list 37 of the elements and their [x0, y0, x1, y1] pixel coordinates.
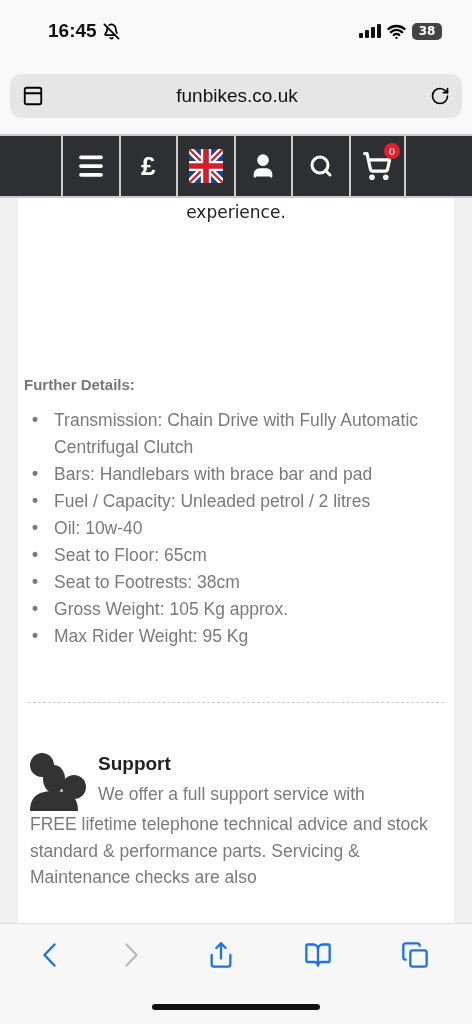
tabs-button[interactable] [401, 940, 430, 970]
detail-item: Gross Weight: 105 Kg approx. [54, 598, 289, 621]
cart-count-badge: 0 [384, 143, 400, 159]
detail-item: Seat to Footrests: 38cm [54, 571, 240, 594]
bullet: • [30, 571, 41, 594]
battery-level: 38 [412, 22, 442, 40]
bullet: • [30, 598, 41, 621]
signal-icon [359, 24, 381, 38]
status-time: 16:45 [48, 20, 97, 42]
uk-flag-icon [188, 149, 223, 183]
bullet: • [30, 490, 41, 513]
bullet: • [30, 463, 41, 486]
back-button[interactable] [42, 940, 56, 970]
support-text: We offer a full support service with [98, 783, 365, 806]
url-text: funbikes.co.uk [176, 85, 298, 107]
cart-button[interactable]: 0 [348, 136, 406, 196]
bullet: • [30, 517, 41, 540]
address-bar[interactable]: funbikes.co.uk [10, 74, 462, 118]
bullet: • [30, 625, 41, 648]
further-details-title: Further Details: [24, 376, 136, 393]
search-icon [308, 154, 333, 178]
detail-item: Oil: 10w-40 [54, 517, 143, 540]
support-text: FREE lifetime telephone technical advice and stock standard & performance parts. Servicing & Maintenance checks are also [29, 813, 429, 889]
bullet: • [30, 409, 41, 432]
detail-item: Max Rider Weight: 95 Kg [54, 625, 249, 648]
support-title: Support [98, 753, 172, 775]
detail-item: Bars: Handlebars with brace bar and pad [54, 463, 373, 486]
intro-text: experience. [185, 202, 287, 222]
page-menu-icon[interactable] [22, 85, 44, 107]
reload-icon[interactable] [430, 86, 450, 106]
back-icon [42, 943, 56, 967]
detail-item: Transmission: Chain Drive with Fully Automatic Centrifugal Clutch [54, 409, 420, 459]
detail-item: Seat to Floor: 65cm [54, 544, 207, 567]
bullet: • [30, 544, 41, 567]
bell-off-icon [102, 22, 120, 40]
forward-icon [124, 943, 138, 967]
detail-item: Fuel / Capacity: Unleaded petrol / 2 litres [54, 490, 371, 513]
